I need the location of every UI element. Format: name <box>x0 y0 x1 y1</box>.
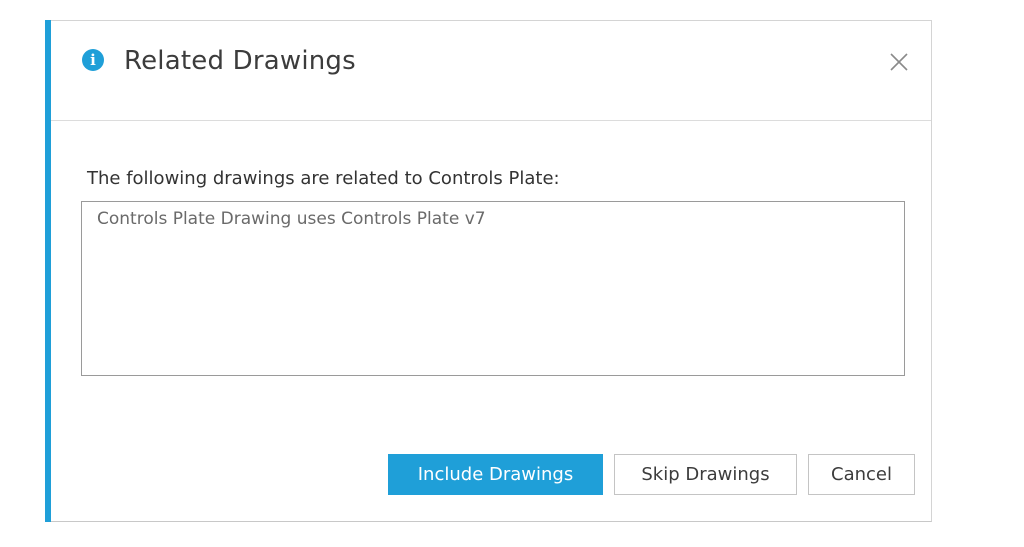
dialog-message: The following drawings are related to Co… <box>87 168 560 189</box>
cancel-button[interactable]: Cancel <box>808 454 915 495</box>
include-drawings-button[interactable]: Include Drawings <box>388 454 603 495</box>
related-drawings-list[interactable]: Controls Plate Drawing uses Controls Pla… <box>81 201 905 376</box>
list-item[interactable]: Controls Plate Drawing uses Controls Pla… <box>97 207 486 231</box>
close-button[interactable] <box>887 50 911 74</box>
close-icon <box>890 53 908 71</box>
skip-drawings-button[interactable]: Skip Drawings <box>614 454 797 495</box>
info-icon: i <box>82 49 104 71</box>
dialog-title: Related Drawings <box>124 46 356 76</box>
dialog-header: i Related Drawings <box>51 21 931 121</box>
related-drawings-dialog: i Related Drawings The following drawing… <box>45 20 932 522</box>
